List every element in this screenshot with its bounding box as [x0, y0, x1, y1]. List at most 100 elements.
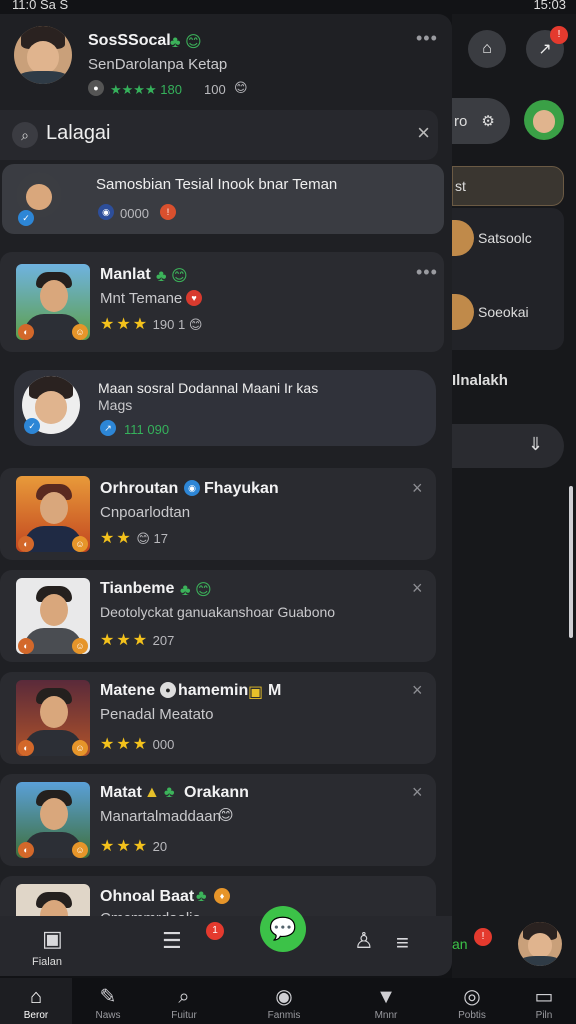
avatar-face [532, 110, 556, 133]
globe-icon: ◉ [98, 204, 114, 220]
item-name-2: Fhayukan [204, 480, 279, 497]
tab-screen[interactable]: ▭ Piln [508, 978, 576, 1024]
medal-icon: ☺ [72, 638, 88, 654]
item-name-2: Orakann [184, 784, 249, 801]
status-time-left: 11:0 Sa S [12, 0, 69, 12]
status-icon: ◐ [18, 842, 34, 858]
avatar-face [40, 492, 68, 524]
rating-stars: ★★ [100, 530, 133, 547]
bg-item-1[interactable]: Satsoolc [478, 230, 532, 246]
tab-circle[interactable]: ◉ Fanmis [248, 978, 320, 1024]
status-time-right: 15:03 [533, 0, 566, 12]
filter-icon[interactable]: ≡ [396, 930, 409, 956]
clover-icon: ♣ 😊 [180, 582, 212, 599]
tab-label: Fanmis [267, 1010, 301, 1021]
item-rating: 190 [152, 317, 175, 332]
bottom-tab-bar: ⌂ Beror ✎ Naws ⌕ Fuitur ◉ Fanmis ▼ Mnnr … [0, 978, 576, 1024]
bg-item-2[interactable]: Soeokai [478, 304, 529, 320]
bubble-meta: 111 090 [124, 422, 170, 437]
clover-icon: ♣ [196, 888, 207, 905]
heart-icon: ♥ [186, 290, 202, 306]
list-item[interactable]: ◐ ☺ Manlat ♣ 😊 Mnt Temane ♥ ★★★ 190 1 😊 … [0, 252, 444, 352]
feed-badge: 1 [206, 922, 224, 940]
settings-icon: ⚙ [481, 113, 495, 130]
home-icon[interactable]: ⌂ [468, 30, 506, 68]
smiley-icon: 😊 [136, 531, 150, 546]
avatar-face [26, 41, 60, 74]
medal-icon: ☺ [72, 740, 88, 756]
feed-icon[interactable]: ☰ [162, 928, 182, 954]
home-icon[interactable]: ▣ [42, 926, 63, 952]
bg-card-label: st [455, 178, 466, 194]
bg-pill-button[interactable]: ro ⚙ [452, 98, 510, 144]
bg-bottom-avatar[interactable] [518, 922, 562, 966]
search-icon: ⌕ [178, 986, 190, 1008]
item-rating: 20 [152, 839, 168, 854]
status-icon: ◐ [18, 324, 34, 340]
dismiss-icon[interactable]: × [412, 478, 423, 499]
rating-stars: ★★★ [100, 736, 150, 753]
rating-stars: ★★★ [100, 632, 150, 649]
search-bar[interactable]: ⌕ Lalagai × [0, 110, 438, 160]
chat-fab-button[interactable]: 💬 [260, 906, 306, 952]
profile-badge-icon: ● [88, 80, 104, 96]
message-icon: ▼ [376, 986, 396, 1008]
profile-name-emoji: ♣ 😊 [170, 34, 202, 51]
bg-card-highlight[interactable]: st [452, 166, 564, 206]
suggestion-card[interactable]: ✓ Samosbian Tesial Inook bnar Teman ◉ 00… [2, 164, 444, 234]
item-rating-row: ★★★ 000 [100, 734, 174, 754]
scroll-indicator[interactable] [569, 486, 573, 638]
tab-search[interactable]: ✎ Naws [72, 978, 144, 1024]
message-bubble[interactable]: ✓ Maan sosral Dodannal Maani Ir kas Mags… [14, 370, 436, 446]
tab-explore[interactable]: ⌕ Fuitur [148, 978, 220, 1024]
mic-icon[interactable]: ⇓ [528, 434, 543, 455]
bg-user-avatar[interactable] [524, 100, 564, 140]
dismiss-icon[interactable]: × [412, 680, 423, 701]
item-more-icon[interactable]: ••• [416, 262, 438, 283]
dismiss-icon[interactable]: × [412, 578, 423, 599]
list-item[interactable]: ◐ ☺ Tianbeme ♣ 😊 Deotolyckat ganuakansho… [0, 570, 436, 662]
info-icon: ● [160, 682, 176, 698]
tab-label: Pobtis [458, 1010, 486, 1021]
clover-icon: ♣ 😊 [156, 268, 188, 285]
tab-location[interactable]: ◎ Pobtis [436, 978, 508, 1024]
bg-input[interactable]: ⇓ [452, 424, 564, 468]
item-rating: 000 [152, 737, 175, 752]
globe-icon: ◉ [184, 480, 200, 496]
tag-icon: ♦ [214, 888, 230, 904]
item-name-3: M [268, 682, 282, 699]
avatar-face [34, 391, 68, 424]
item-subtitle: Cnpoarlodtan [100, 504, 191, 521]
item-subtitle: Deotolyckat ganuakanshoar Guabono [100, 604, 336, 620]
avatar-shirt [16, 71, 70, 84]
dismiss-icon[interactable]: × [412, 782, 423, 803]
list-item[interactable]: ◐ ☺ Matat ▲ ♣ Orakann Manartalmaddaan 😊 … [0, 774, 436, 866]
tab-home[interactable]: ⌂ Beror [0, 978, 72, 1024]
location-icon: ◎ [463, 986, 481, 1008]
fire-icon: ! [160, 204, 176, 220]
avatar-face [527, 933, 553, 959]
tab-label: Naws [95, 1010, 121, 1021]
search-input[interactable]: Lalagai [46, 122, 111, 145]
home-label: Fialan [32, 956, 62, 968]
smiley-icon: 😊 [188, 317, 203, 332]
clear-search-icon[interactable]: × [417, 120, 430, 146]
background-chat-panel [452, 14, 576, 978]
profile-header[interactable]: SosSSocal ♣ 😊 SenDarolanpa Ketap ● ★★★★ … [0, 14, 452, 110]
list-item[interactable]: ◐ ☺ Orhroutan ◉ Fhayukan Cnpoarlodtan ★★… [0, 468, 436, 560]
suggestion-title: Samosbian Tesial Inook bnar Teman [96, 176, 338, 193]
profile-avatar[interactable] [14, 26, 72, 84]
list-item[interactable]: ◐ ☺ Matene ● hamemin ▣ M Penadal Meatato… [0, 672, 436, 764]
profile-icon[interactable]: ♙ [354, 928, 374, 954]
tab-label: Fuitur [171, 1010, 197, 1021]
bubble-line1: Maan sosral Dodannal Maani Ir kas [98, 380, 319, 396]
more-options-icon[interactable]: ••• [416, 28, 438, 49]
item-name: Orhroutan [100, 480, 179, 497]
drawer-bottom-nav: ▣ Fialan ☰ 1 ♙ ≡ [0, 916, 452, 976]
avatar-shirt [520, 956, 560, 966]
status-icon: ◐ [18, 740, 34, 756]
tab-messages[interactable]: ▼ Mnnr [350, 978, 422, 1024]
item-name: Matat [100, 784, 142, 801]
bg-item-avatar-1 [452, 220, 474, 256]
tab-label: Mnnr [374, 1010, 398, 1021]
